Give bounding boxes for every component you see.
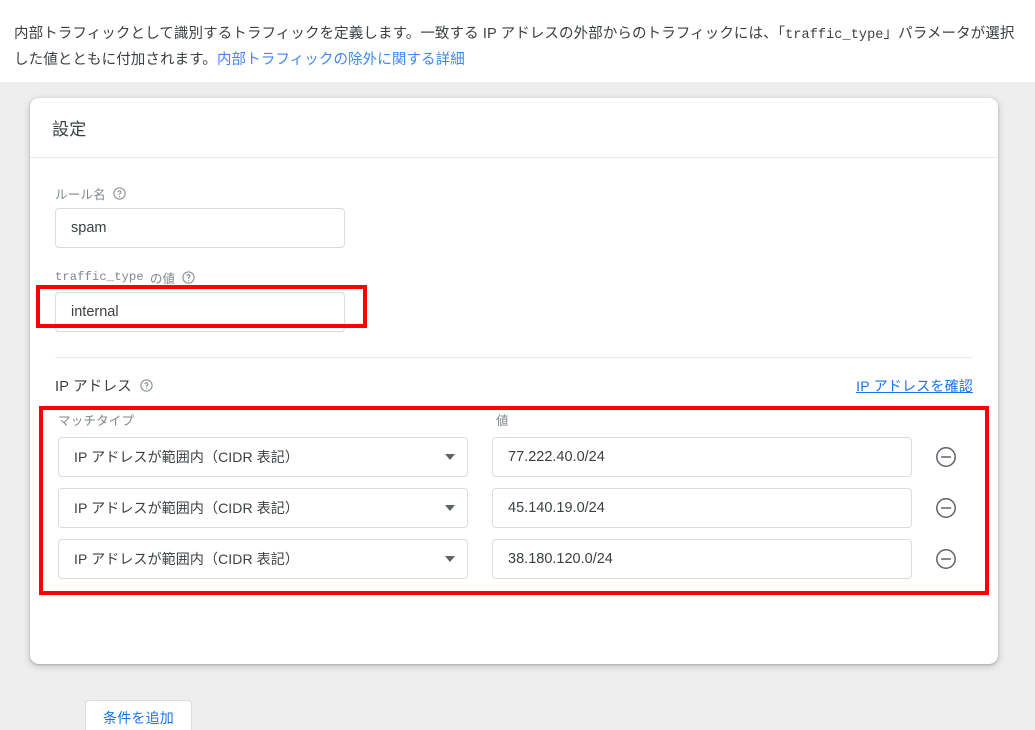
rule-name-value: spam xyxy=(71,220,107,236)
ip-value-text: 45.140.19.0/24 xyxy=(508,500,605,516)
column-header-match-type: マッチタイプ xyxy=(58,414,135,428)
intro-code-traffic-type: traffic_type xyxy=(785,28,884,43)
help-circle-icon[interactable] xyxy=(112,186,127,201)
settings-card: 設定 ルール名 spam traffic_type の値 internal IP… xyxy=(30,98,998,730)
chevron-down-icon xyxy=(445,454,456,460)
traffic-type-value: internal xyxy=(71,304,119,320)
rule-name-label-text: ルール名 xyxy=(55,187,106,202)
match-type-select[interactable]: IP アドレスが範囲内（CIDR 表記） xyxy=(58,539,469,579)
ip-value-text: 77.222.40.0/24 xyxy=(508,449,605,465)
help-circle-icon[interactable] xyxy=(139,378,154,393)
intro-text-part2: 」パラメ xyxy=(883,26,942,42)
column-header-value: 値 xyxy=(496,414,509,428)
traffic-type-field-block: traffic_type の値 internal xyxy=(55,268,345,332)
add-condition-button[interactable]: 条件を追加 xyxy=(85,700,192,730)
ip-value-input[interactable]: 45.140.19.0/24 xyxy=(492,488,912,528)
card-title: 設定 xyxy=(52,120,87,139)
rule-name-input[interactable]: spam xyxy=(55,208,345,248)
ip-value-input[interactable]: 38.180.120.0/24 xyxy=(492,539,912,579)
match-type-select[interactable]: IP アドレスが範囲内（CIDR 表記） xyxy=(58,488,469,528)
card-header: 設定 xyxy=(30,98,998,157)
match-type-select-value: IP アドレスが範囲内（CIDR 表記） xyxy=(74,551,299,567)
remove-circle-icon[interactable] xyxy=(934,496,958,520)
match-type-select-value: IP アドレスが範囲内（CIDR 表記） xyxy=(74,449,299,465)
page-root: 内部トラフィックとして識別するトラフィックを定義します。一致する IP アドレス… xyxy=(0,0,1035,730)
traffic-type-label-code: traffic_type xyxy=(55,270,144,284)
rule-name-field-block: ルール名 spam xyxy=(55,184,345,248)
match-type-select-value: IP アドレスが範囲内（CIDR 表記） xyxy=(74,500,299,516)
intro-text-part1: 内部トラフィックとして識別するトラフィックを定義します。一致する IP アドレス… xyxy=(14,26,786,42)
ip-value-text: 38.180.120.0/24 xyxy=(508,551,613,567)
check-ip-address-link[interactable]: IP アドレスを確認 xyxy=(856,376,973,396)
match-type-select[interactable]: IP アドレスが範囲内（CIDR 表記） xyxy=(58,437,469,477)
condition-row: IP アドレスが範囲内（CIDR 表記） 77.222.40.0/24 xyxy=(58,437,958,477)
ip-section-title-text: IP アドレス xyxy=(55,379,132,395)
condition-row: IP アドレスが範囲内（CIDR 表記） 38.180.120.0/24 xyxy=(58,539,958,579)
help-circle-icon[interactable] xyxy=(181,270,196,285)
ip-section-title: IP アドレス xyxy=(55,375,154,396)
ip-value-input[interactable]: 77.222.40.0/24 xyxy=(492,437,912,477)
rule-name-label: ルール名 xyxy=(55,184,345,202)
condition-row: IP アドレスが範囲内（CIDR 表記） 45.140.19.0/24 xyxy=(58,488,958,528)
ip-section-header: IP アドレス IP アドレスを確認 xyxy=(55,375,973,396)
section-divider xyxy=(55,357,973,358)
header-divider xyxy=(30,157,998,158)
chevron-down-icon xyxy=(445,505,456,511)
remove-circle-icon[interactable] xyxy=(934,547,958,571)
remove-circle-icon[interactable] xyxy=(934,445,958,469)
chevron-down-icon xyxy=(445,556,456,562)
intro-description: 内部トラフィックとして識別するトラフィックを定義します。一致する IP アドレス… xyxy=(14,22,1022,73)
traffic-type-label: traffic_type の値 xyxy=(55,268,345,286)
traffic-type-input[interactable]: internal xyxy=(55,292,345,332)
internal-traffic-help-link[interactable]: 内部トラフィックの除外に関する詳細 xyxy=(217,52,465,68)
traffic-type-label-suffix: の値 xyxy=(149,271,176,286)
